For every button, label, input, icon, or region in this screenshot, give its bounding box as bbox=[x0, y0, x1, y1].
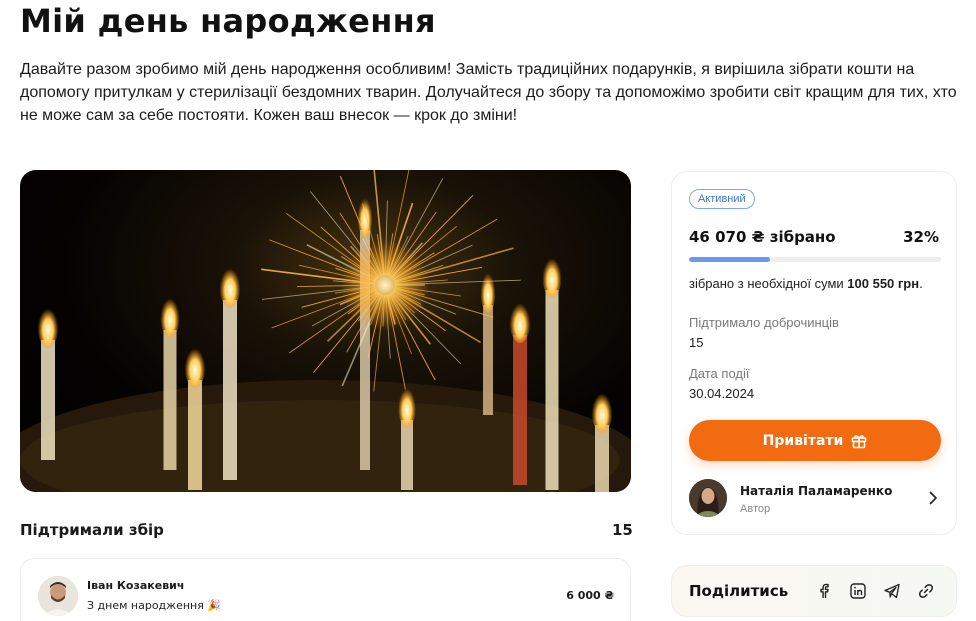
supporter-message: З днем народження 🎉 bbox=[87, 599, 222, 612]
supporter-avatar bbox=[38, 576, 78, 616]
collected-amount: 46 070 ₴ зібрано bbox=[689, 228, 836, 246]
supporters-title: Підтримали збір bbox=[20, 521, 164, 539]
fundraiser-description: Давайте разом зробимо мій день народженн… bbox=[20, 61, 957, 124]
status-badge: Активний bbox=[689, 189, 755, 209]
supporters-count: 15 bbox=[612, 521, 633, 539]
date-label: Дата події bbox=[689, 366, 750, 381]
birthday-candles-sparkler-photo bbox=[20, 170, 631, 492]
goal-prefix: зібрано з необхідної суми bbox=[689, 276, 848, 291]
congratulate-button[interactable]: Привітати bbox=[689, 420, 941, 461]
author-avatar bbox=[689, 479, 727, 517]
facebook-icon[interactable] bbox=[815, 582, 833, 600]
linkedin-icon[interactable] bbox=[849, 582, 867, 600]
congratulate-label: Привітати bbox=[762, 432, 844, 449]
supporter-amount: 6 000 ₴ bbox=[566, 589, 614, 602]
progress-bar bbox=[689, 257, 941, 262]
author-name: Наталія Паламаренко bbox=[740, 484, 893, 498]
author-row[interactable]: Наталія Паламаренко Автор bbox=[689, 479, 941, 519]
hero-image bbox=[20, 170, 631, 492]
goal-text: зібрано з необхідної суми 100 550 грн. bbox=[689, 276, 923, 291]
share-card: Поділитись bbox=[671, 565, 957, 617]
author-role: Автор bbox=[740, 503, 771, 515]
goal-amount: 100 550 грн bbox=[847, 276, 920, 291]
supporter-name: Іван Козакевич bbox=[87, 579, 185, 592]
gift-icon bbox=[852, 434, 867, 448]
goal-suffix: . bbox=[919, 276, 923, 291]
page-title: Мій день народження bbox=[20, 2, 436, 40]
donors-label: Підтримало доброчинців bbox=[689, 315, 839, 330]
progress-fill bbox=[689, 257, 770, 262]
date-value: 30.04.2024 bbox=[689, 386, 755, 401]
link-icon[interactable] bbox=[917, 582, 935, 600]
donors-value: 15 bbox=[689, 335, 704, 350]
collected-percent: 32% bbox=[903, 228, 939, 246]
share-label: Поділитись bbox=[689, 582, 789, 600]
telegram-icon[interactable] bbox=[883, 582, 901, 600]
supporter-card: Іван Козакевич З днем народження 🎉 6 000… bbox=[20, 558, 631, 621]
chevron-right-icon bbox=[929, 491, 937, 505]
fundraiser-panel: Активний 46 070 ₴ зібрано 32% зібрано з … bbox=[671, 171, 957, 535]
